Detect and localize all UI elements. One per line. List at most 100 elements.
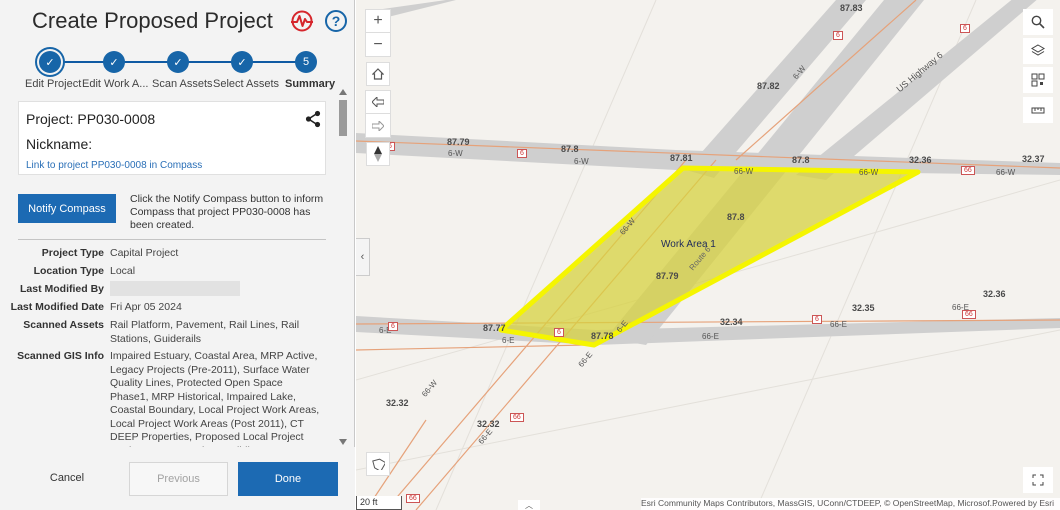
elevation-label: 32.37 — [1022, 154, 1045, 164]
road-label: 66-E — [702, 332, 719, 341]
road-label: 66-E — [830, 320, 847, 329]
detail-key: Scanned GIS Info — [17, 350, 104, 362]
detail-key: Last Modified Date — [10, 301, 104, 313]
qr-grid-icon — [1031, 73, 1045, 87]
detail-value: Fri Apr 05 2024 — [110, 301, 182, 313]
detail-value: Rail Platform, Pavement, Rail Lines, Rai… — [110, 319, 300, 345]
scroll-thumb[interactable] — [339, 100, 347, 136]
sketch-button[interactable] — [366, 452, 390, 476]
basemap-gallery-button[interactable] — [1023, 67, 1053, 93]
chevron-left-icon: ‹ — [360, 251, 365, 263]
detail-value: Impaired Estuary, Coastal Area, MRP Acti… — [110, 350, 320, 447]
scroll-down-arrow-icon[interactable] — [339, 439, 347, 445]
zoom-controls: + − — [365, 9, 391, 57]
map-attribution: Esri Community Maps Contributors, MassGI… — [641, 498, 1060, 510]
section-divider — [18, 239, 326, 240]
step-4-select-assets[interactable]: ✓ — [231, 51, 253, 73]
elevation-label: 87.78 — [591, 331, 614, 341]
detail-key: Last Modified By — [19, 283, 104, 295]
route-shield-icon: 6 — [833, 31, 843, 40]
redacted-block — [110, 281, 240, 296]
layers-button[interactable] — [1023, 38, 1053, 64]
road-label: 66-W — [734, 167, 754, 176]
panel-title: Create Proposed Project — [32, 8, 273, 33]
scale-bar: 20 ft — [356, 496, 402, 510]
previous-extent-button[interactable] — [366, 91, 390, 114]
road-label: 6-W — [574, 157, 589, 166]
home-button[interactable] — [366, 62, 390, 86]
fullscreen-icon — [1032, 474, 1044, 486]
measure-button[interactable] — [1023, 97, 1053, 123]
route-shield-icon: 6 — [812, 315, 822, 324]
route-shield-icon: 6 — [960, 24, 970, 33]
next-extent-button[interactable] — [366, 114, 390, 137]
attribution-credits: Esri Community Maps Contributors, MassGI… — [641, 498, 997, 508]
scroll-up-arrow-icon[interactable] — [339, 89, 347, 95]
share-icon[interactable] — [304, 110, 322, 128]
elevation-label: 87.8 — [727, 212, 745, 222]
cancel-button[interactable]: Cancel — [32, 463, 102, 493]
detail-value: Capital Project — [110, 247, 179, 259]
previous-button[interactable]: Previous — [129, 462, 228, 496]
chevron-up-icon[interactable]: ︿ — [518, 500, 540, 510]
compass-icon — [374, 146, 382, 162]
road-label: 66-W — [859, 168, 879, 177]
elevation-label: 87.8 — [792, 155, 810, 165]
fullscreen-button[interactable] — [1023, 467, 1053, 493]
arrow-right-icon — [372, 120, 384, 131]
panel-footer: Cancel Previous Done — [0, 447, 355, 510]
zoom-in-button[interactable]: + — [366, 10, 390, 33]
step-2-edit-work-area[interactable]: ✓ — [103, 51, 125, 73]
elevation-label: 32.36 — [909, 155, 932, 165]
project-card: Project: PP030-0008 Nickname: Link to pr… — [18, 101, 326, 175]
compass-button[interactable] — [366, 142, 390, 166]
road-label: 6-E — [502, 336, 515, 345]
elevation-label: 87.8 — [561, 144, 579, 154]
create-project-panel: Create Proposed Project ? ✓ ✓ ✓ ✓ 5 Edit… — [0, 0, 355, 510]
elevation-label: 32.34 — [720, 317, 743, 327]
help-icon[interactable]: ? — [324, 9, 348, 33]
layers-icon — [1031, 44, 1045, 56]
step-3-scan-assets[interactable]: ✓ — [167, 51, 189, 73]
elevation-label: 87.79 — [656, 271, 679, 281]
elevation-label: 32.35 — [852, 303, 875, 313]
compass-project-link[interactable]: Link to project PP030-0008 in Compass — [26, 160, 202, 171]
step-5-summary[interactable]: 5 — [295, 51, 317, 73]
detail-value: Local — [110, 265, 136, 277]
step-1-edit-project[interactable]: ✓ — [39, 51, 61, 73]
search-button[interactable] — [1023, 9, 1053, 35]
done-button[interactable]: Done — [238, 462, 338, 496]
route-shield-icon: 66 — [962, 310, 976, 319]
route-shield-icon: 6 — [517, 149, 527, 158]
zoom-out-button[interactable]: − — [366, 33, 390, 56]
nickname-label: Nickname: — [26, 136, 93, 152]
extent-nav — [365, 90, 391, 138]
route-shield-icon: 66 — [406, 494, 420, 503]
arrow-left-icon — [372, 97, 384, 107]
panel-scrollbar[interactable] — [337, 89, 349, 447]
detail-key: Project Type — [41, 247, 104, 259]
step-4-label: Select Assets — [213, 78, 280, 90]
svg-text:?: ? — [332, 13, 341, 29]
road-label: 66-W — [996, 168, 1016, 177]
step-2-label: Edit Work A... — [82, 78, 149, 90]
measure-icon — [1031, 107, 1045, 114]
powered-by-esri[interactable]: Powered by Esri — [992, 498, 1054, 508]
summary-scroll-area[interactable]: Project: PP030-0008 Nickname: Link to pr… — [0, 97, 336, 447]
step-3-label: Scan Assets — [152, 78, 213, 90]
pulse-icon[interactable] — [290, 9, 314, 33]
elevation-label: 87.81 — [670, 153, 693, 163]
home-icon — [372, 68, 384, 80]
map-view[interactable]: 87.83 87.82 87.79 87.8 87.81 87.8 32.36 … — [356, 0, 1060, 510]
elevation-label: 87.77 — [483, 323, 506, 333]
notify-instructions: Click the Notify Compass button to infor… — [130, 193, 324, 231]
work-area-polygon — [498, 165, 921, 348]
road-label: 6-W — [448, 149, 463, 158]
work-area-label: Work Area 1 — [661, 239, 716, 250]
notify-compass-button[interactable]: Notify Compass — [18, 194, 116, 223]
detail-key: Location Type — [33, 265, 104, 277]
collapse-panel-button[interactable]: ‹ — [356, 238, 370, 276]
route-shield-icon: 66 — [961, 166, 975, 175]
project-id: Project: PP030-0008 — [26, 111, 156, 127]
search-icon — [1031, 15, 1045, 29]
